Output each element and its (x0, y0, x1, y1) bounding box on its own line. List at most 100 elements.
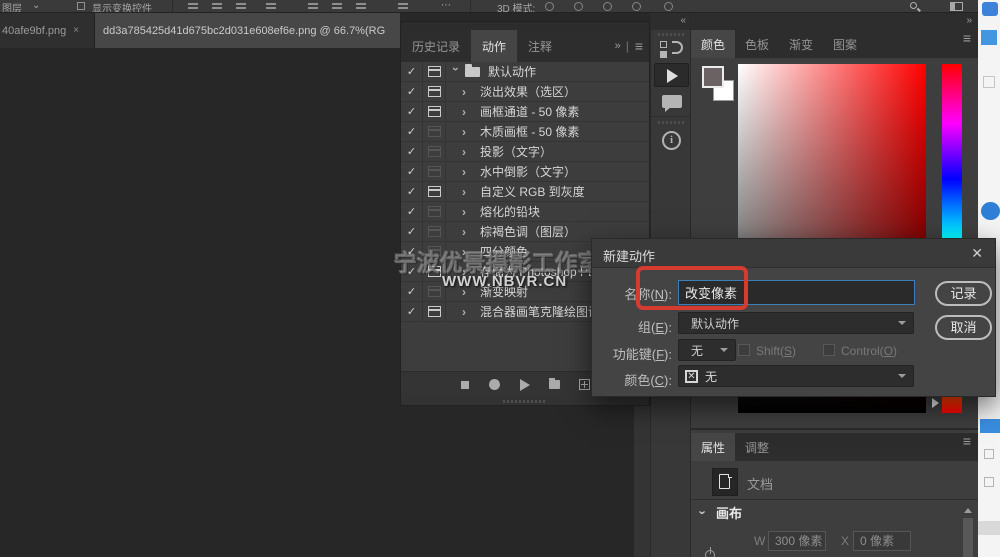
align-top-icon[interactable] (266, 3, 276, 5)
width-field[interactable]: 300 像素 (768, 531, 826, 551)
distribute-icon[interactable] (356, 3, 366, 5)
distribute-icon[interactable] (398, 3, 408, 5)
control-checkbox[interactable] (823, 344, 835, 356)
tab-gradients[interactable]: 渐变 (779, 30, 823, 58)
toggle-dialog[interactable] (423, 122, 446, 141)
toggle-item-on[interactable]: ✓ (401, 202, 423, 221)
3d-mode-icon[interactable] (545, 2, 554, 11)
toggle-item-on[interactable]: ✓ (401, 302, 423, 321)
collapse-panels-icon[interactable]: » (966, 15, 971, 26)
tab-notes[interactable]: 注释 (517, 30, 563, 62)
toggle-item-on[interactable]: ✓ (401, 82, 423, 101)
chevron-expanded-icon[interactable]: › (449, 67, 463, 77)
tab-patterns[interactable]: 图案 (823, 30, 867, 58)
dock-grip[interactable] (658, 33, 685, 36)
shift-checkbox[interactable] (738, 344, 750, 356)
dialog-title-bar[interactable]: 新建动作 ✕ (592, 239, 995, 268)
action-row[interactable]: ✓ › 熔化的铅块 (401, 202, 649, 222)
align-center-icon[interactable] (212, 3, 222, 5)
close-icon[interactable]: ✕ (971, 245, 983, 262)
toggle-dialog[interactable] (423, 102, 446, 121)
tab-history[interactable]: 历史记录 (401, 30, 471, 62)
distribute-icon[interactable] (332, 3, 342, 5)
toggle-dialog[interactable] (423, 222, 446, 241)
show-transform-checkbox[interactable] (77, 2, 85, 10)
workspace-icon[interactable] (950, 2, 963, 11)
chevron-right-icon[interactable]: › (462, 225, 472, 239)
toggle-dialog[interactable] (423, 62, 446, 81)
chevron-right-icon[interactable]: › (462, 305, 472, 319)
chevron-right-icon[interactable]: › (462, 185, 472, 199)
align-left-icon[interactable] (188, 3, 198, 5)
chevron-right-icon[interactable]: › (462, 125, 472, 139)
collapse-panels-icon[interactable]: « (680, 15, 685, 26)
toggle-item-on[interactable]: ✓ (401, 102, 423, 121)
toggle-dialog[interactable] (423, 142, 446, 161)
close-icon[interactable]: × (73, 25, 79, 36)
tab-color[interactable]: 颜色 (691, 30, 735, 58)
collapse-panel-icon[interactable]: » (615, 40, 620, 52)
tab-swatches[interactable]: 色板 (735, 30, 779, 58)
chevron-right-icon[interactable]: › (462, 205, 472, 219)
3d-mode-icon[interactable] (603, 2, 612, 11)
toggle-item-on[interactable]: ✓ (401, 142, 423, 161)
toggle-dialog[interactable] (423, 182, 446, 201)
record-button[interactable]: 记录 (935, 281, 992, 306)
hue-slider-marker[interactable] (932, 398, 939, 408)
toggle-item-on[interactable]: ✓ (401, 182, 423, 201)
toggle-dialog[interactable] (423, 302, 446, 321)
toggle-dialog[interactable] (423, 162, 446, 181)
foreground-color-swatch[interactable] (702, 66, 724, 88)
tab-actions[interactable]: 动作 (471, 30, 517, 62)
cancel-button[interactable]: 取消 (935, 315, 992, 340)
new-set-button[interactable] (549, 379, 560, 390)
toggle-dialog[interactable] (423, 202, 446, 221)
action-row[interactable]: ✓ › 淡出效果（选区） (401, 82, 649, 102)
panel-scrollbar[interactable] (963, 518, 973, 557)
panel-menu-icon[interactable]: ≡ (963, 433, 971, 449)
tab-adjustments[interactable]: 调整 (735, 433, 779, 461)
toggle-item-on[interactable]: ✓ (401, 122, 423, 141)
tab-properties[interactable]: 属性 (691, 433, 735, 461)
action-row[interactable]: ✓ › 水中倒影（文字） (401, 162, 649, 182)
play-button[interactable] (519, 379, 530, 390)
distribute-icon[interactable] (308, 3, 318, 5)
chevron-right-icon[interactable]: › (462, 85, 472, 99)
history-panel-icon[interactable] (660, 41, 684, 60)
scroll-up-icon[interactable] (964, 508, 972, 513)
dock-grip[interactable] (658, 121, 685, 124)
toggle-item-on[interactable]: ✓ (401, 162, 423, 181)
document-tab-active[interactable]: dd3a785425d41d675bc2d031e608ef6e.png @ 6… (95, 13, 400, 48)
info-panel-icon[interactable]: i (662, 131, 681, 150)
layer-select[interactable]: 图层 (2, 0, 22, 13)
action-set-row[interactable]: ✓ › 默认动作 (401, 62, 649, 82)
chevron-right-icon[interactable]: › (462, 165, 472, 179)
record-button[interactable] (489, 379, 500, 390)
panel-menu-icon[interactable]: ≡ (963, 30, 971, 46)
color-dropdown[interactable]: ✕ 无 (678, 365, 914, 387)
action-row[interactable]: ✓ › 自定义 RGB 到灰度 (401, 182, 649, 202)
constrain-link-icon[interactable] (705, 550, 715, 557)
function-key-dropdown[interactable]: 无 (678, 339, 736, 361)
set-dropdown[interactable]: 默认动作 (678, 312, 914, 334)
search-icon[interactable] (910, 2, 917, 9)
3d-mode-icon[interactable] (574, 2, 583, 11)
stop-button[interactable] (459, 379, 470, 390)
chevron-down-icon[interactable]: › (696, 510, 711, 514)
actions-panel-icon[interactable] (654, 63, 689, 87)
document-tab[interactable]: 40afe9bf.png × (0, 13, 95, 48)
align-overflow-button[interactable]: ⋯ (441, 0, 451, 11)
new-action-button[interactable] (579, 379, 590, 390)
toggle-item-on[interactable]: ✓ (401, 282, 423, 301)
align-right-icon[interactable] (236, 3, 246, 5)
toggle-dialog[interactable] (423, 82, 446, 101)
action-row[interactable]: ✓ › 木质画框 - 50 像素 (401, 122, 649, 142)
action-row[interactable]: ✓ › 画框通道 - 50 像素 (401, 102, 649, 122)
3d-mode-icon[interactable] (632, 2, 641, 11)
chevron-right-icon[interactable]: › (462, 105, 472, 119)
toggle-item-on[interactable]: ✓ (401, 222, 423, 241)
3d-mode-icon[interactable] (664, 2, 673, 11)
chevron-right-icon[interactable]: › (462, 145, 472, 159)
toggle-item-on[interactable]: ✓ (401, 62, 423, 81)
notes-panel-icon[interactable] (662, 95, 682, 108)
